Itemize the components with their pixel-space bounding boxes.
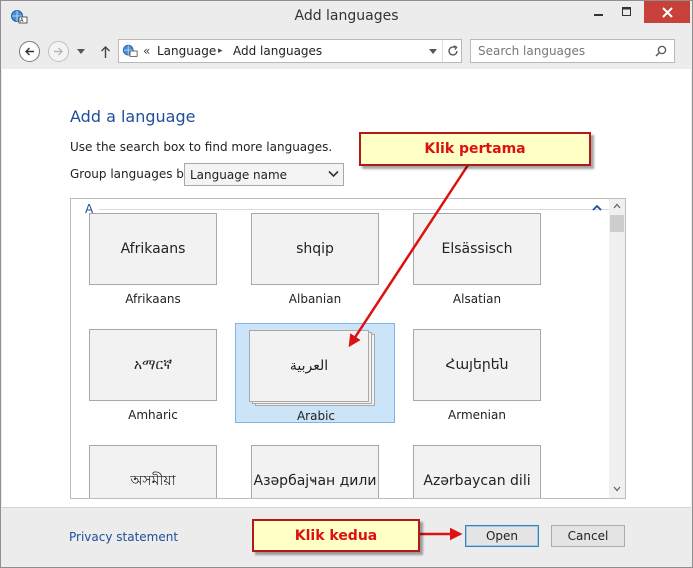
page-title: Add a language <box>70 107 196 126</box>
open-button[interactable]: Open <box>465 525 539 547</box>
language-native-name: Азәрбајҹан дили <box>251 445 379 498</box>
breadcrumb-overflow[interactable]: « <box>143 44 150 58</box>
language-name: Arabic <box>296 409 336 423</box>
language-tile[interactable]: العربية Arabic <box>235 323 395 423</box>
language-tile[interactable]: Հայերեն Armenian <box>397 323 557 423</box>
group-by-value: Language name <box>190 168 288 182</box>
language-native-name: shqip <box>251 213 379 285</box>
maximize-icon <box>622 7 631 16</box>
refresh-icon <box>447 45 458 56</box>
search-input[interactable] <box>471 40 651 62</box>
scroll-down-icon <box>613 486 621 492</box>
add-languages-window: A Add languages « Language ▸ Add languag… <box>0 0 693 568</box>
language-tile[interactable]: shqip Albanian <box>235 207 395 307</box>
chevron-down-icon <box>77 48 85 54</box>
language-native-name: অসমীয়া <box>89 445 217 498</box>
search-icon[interactable] <box>652 43 670 59</box>
group-by-label: Group languages by: <box>70 167 195 181</box>
close-icon <box>661 6 673 18</box>
up-button[interactable] <box>97 42 113 60</box>
vertical-scrollbar[interactable] <box>609 199 625 498</box>
minimize-button[interactable] <box>585 1 613 23</box>
address-bar[interactable]: « Language ▸ Add languages <box>118 39 462 63</box>
recent-locations-button[interactable] <box>76 46 86 56</box>
refresh-button[interactable] <box>442 40 462 62</box>
language-name: Albanian <box>288 292 342 306</box>
maximize-button[interactable] <box>613 1 641 23</box>
callout-second-click: Klik kedua <box>252 519 420 552</box>
language-tile[interactable]: অসমীয়া <box>73 439 233 498</box>
cancel-button[interactable]: Cancel <box>551 525 625 547</box>
callout-first-click: Klik pertama <box>359 132 591 166</box>
instruction-text: Use the search box to find more language… <box>70 140 333 154</box>
language-list[interactable]: A Afrikaans Afrikaans shqip Albanian Elsässi… <box>70 198 626 499</box>
language-tile[interactable]: አማርኛ Amharic <box>73 323 233 423</box>
language-tile[interactable]: Elsässisch Alsatian <box>397 207 557 307</box>
forward-button[interactable] <box>48 41 69 62</box>
scrollbar-thumb[interactable] <box>610 215 624 232</box>
language-native-name: العربية <box>249 330 369 402</box>
title-bar[interactable]: A Add languages <box>1 1 692 33</box>
language-name: Alsatian <box>452 292 502 306</box>
up-arrow-icon <box>100 45 110 58</box>
language-tile[interactable]: Azərbaycan dili <box>397 439 557 498</box>
forward-arrow-icon <box>54 47 63 56</box>
chevron-down-icon <box>429 48 437 54</box>
search-box[interactable] <box>470 39 675 63</box>
breadcrumb-add-languages[interactable]: Add languages <box>233 44 322 58</box>
language-native-name: Հայերեն <box>413 329 541 401</box>
language-name: Armenian <box>448 408 506 422</box>
language-native-name: Azərbaycan dili <box>413 445 541 498</box>
minimize-icon <box>594 14 603 16</box>
chevron-down-icon <box>328 170 339 178</box>
language-tile[interactable]: Азәрбајҹан дили <box>235 439 395 498</box>
language-name: Amharic <box>128 408 178 422</box>
group-by-select[interactable]: Language name <box>184 163 344 186</box>
language-globe-icon <box>122 43 138 59</box>
collapse-group-icon[interactable] <box>591 203 603 213</box>
language-name: Afrikaans <box>125 292 181 306</box>
language-tile[interactable]: Afrikaans Afrikaans <box>73 207 233 307</box>
privacy-statement-link[interactable]: Privacy statement <box>69 530 178 544</box>
language-native-name: Elsässisch <box>413 213 541 285</box>
close-button[interactable] <box>644 1 690 23</box>
language-native-name: Afrikaans <box>89 213 217 285</box>
address-dropdown-button[interactable] <box>424 40 442 62</box>
language-native-name: አማርኛ <box>89 329 217 401</box>
scroll-up-icon <box>613 203 621 209</box>
breadcrumb-separator[interactable]: ▸ <box>218 46 223 56</box>
navigation-bar: « Language ▸ Add languages <box>1 33 692 69</box>
back-arrow-icon <box>25 47 34 56</box>
breadcrumb-language[interactable]: Language <box>157 44 216 58</box>
back-button[interactable] <box>19 41 40 62</box>
